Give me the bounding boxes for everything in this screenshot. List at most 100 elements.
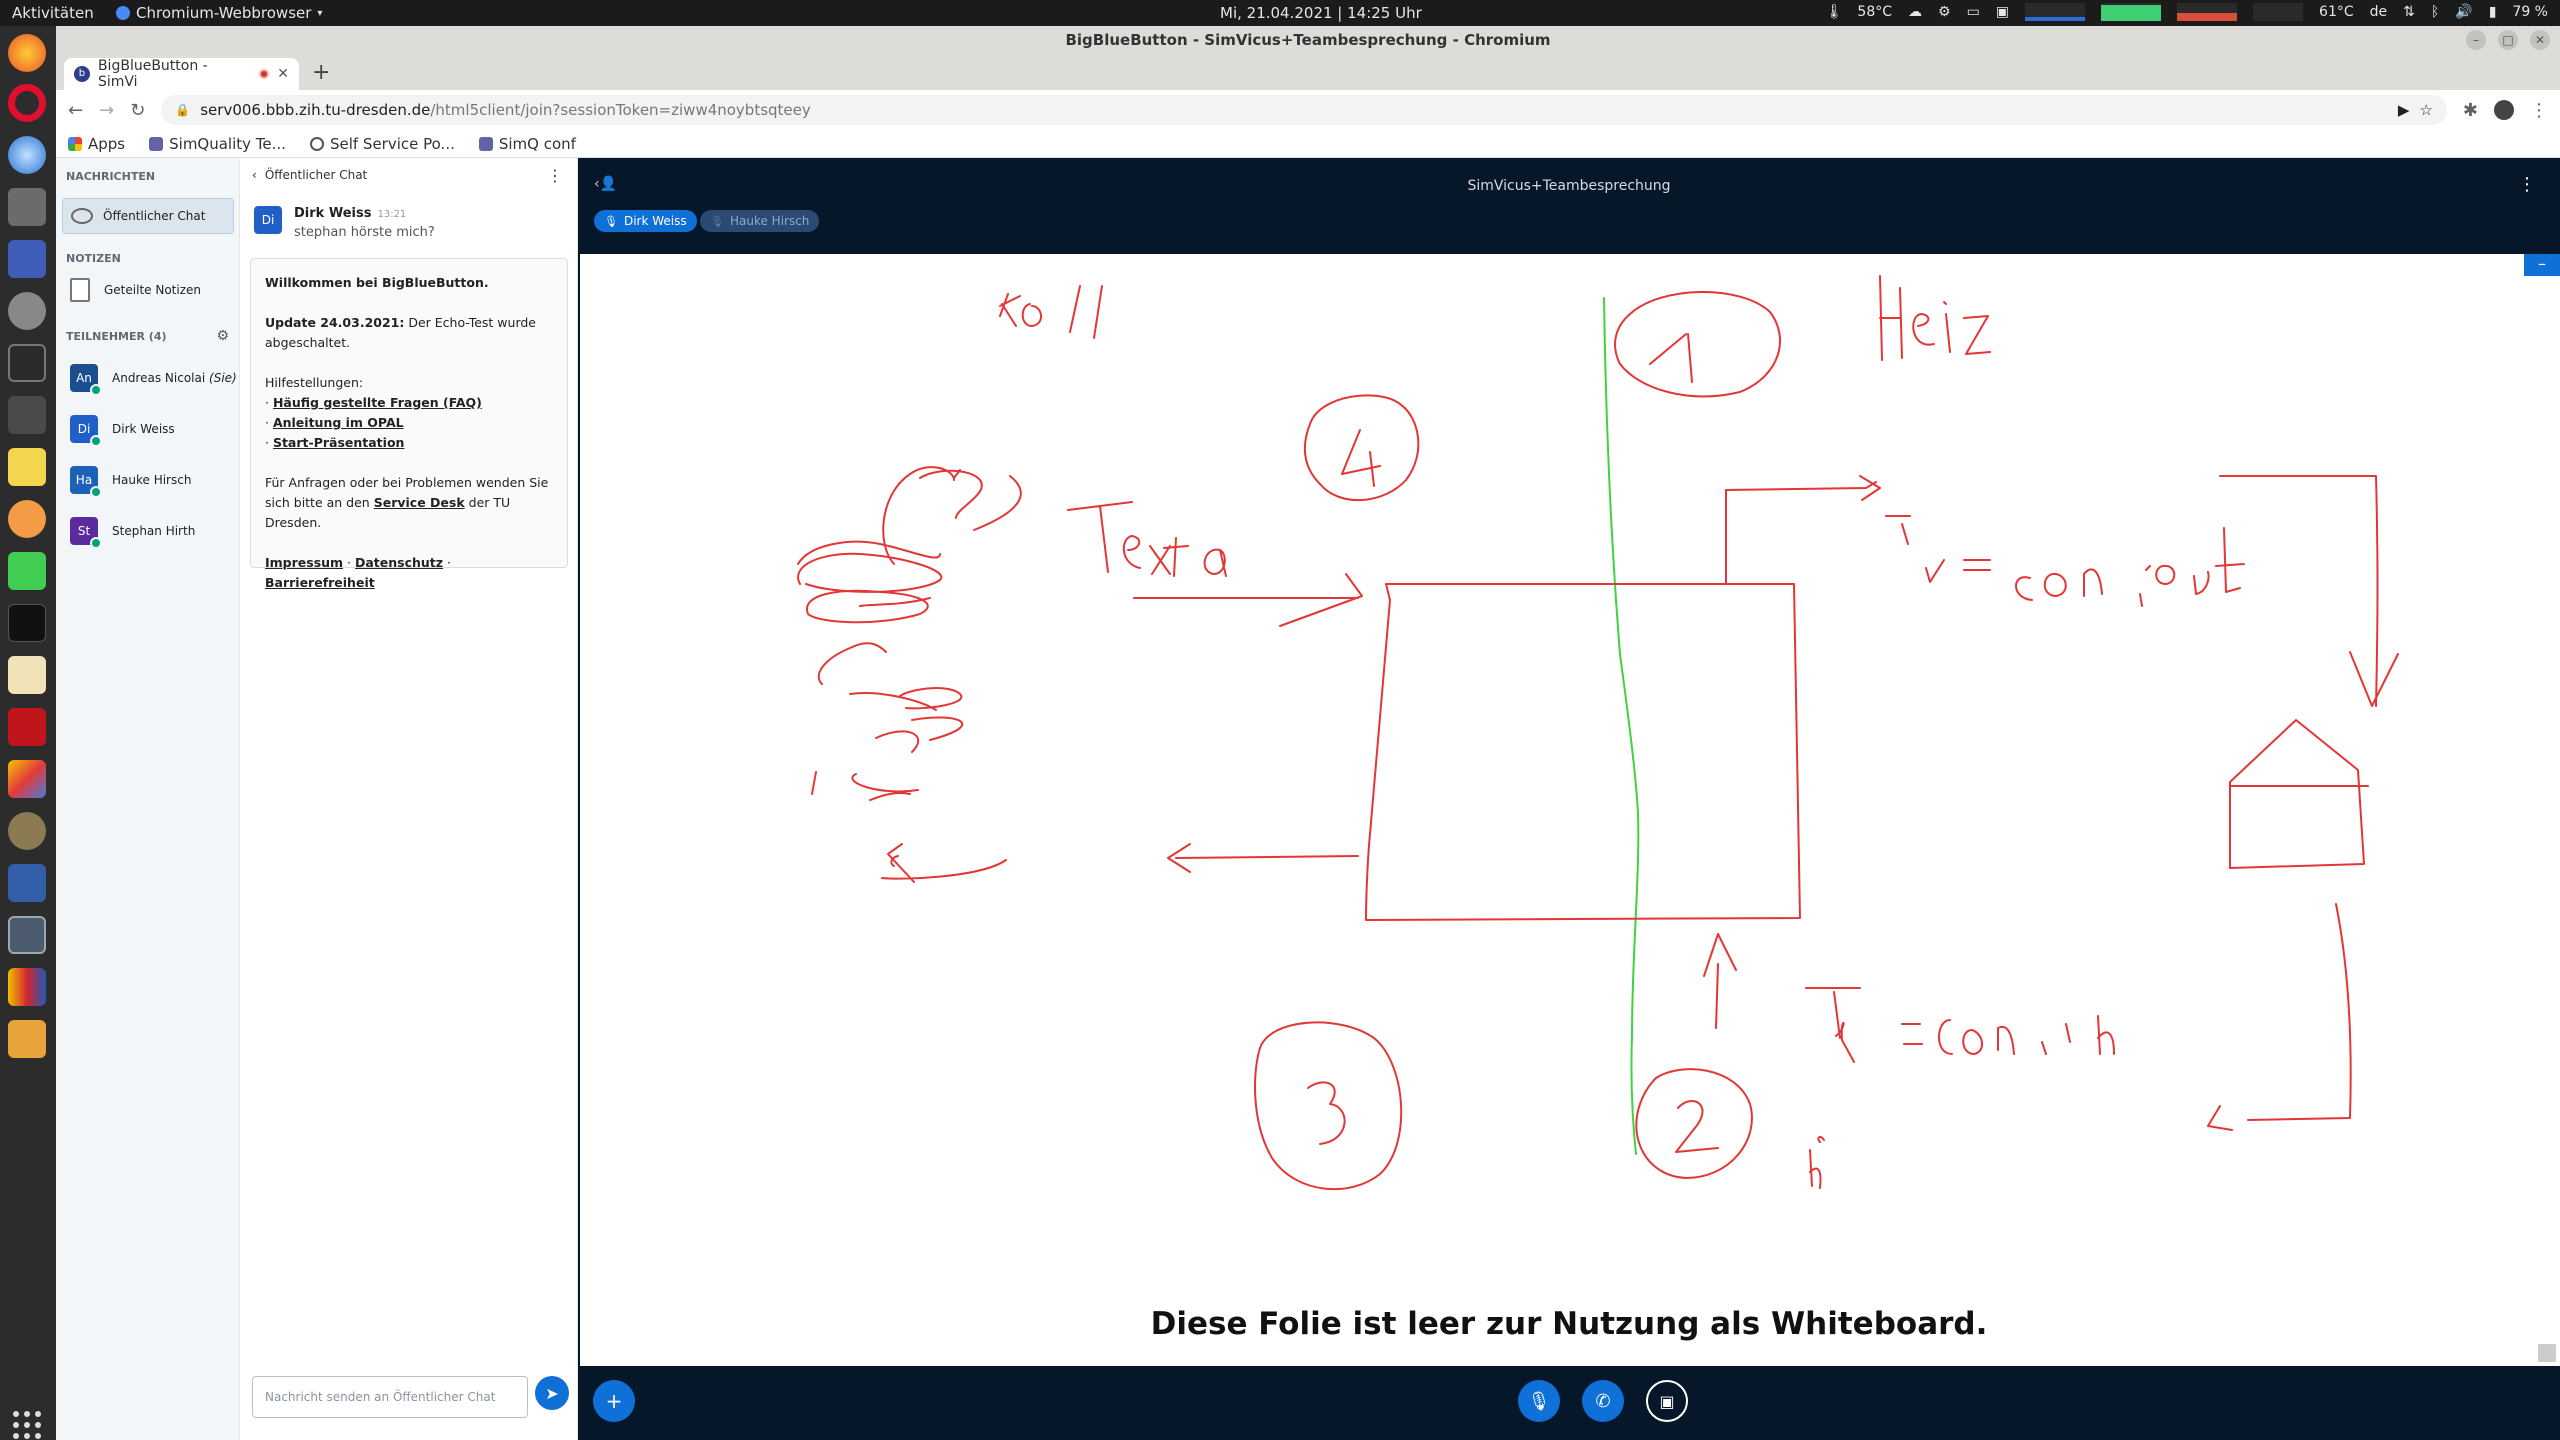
- camera-in-use-icon[interactable]: ▶: [2398, 101, 2410, 119]
- talker-name: Hauke Hirsch: [729, 214, 810, 228]
- actions-plus-button[interactable]: +: [593, 1380, 635, 1422]
- bookmark-label: Apps: [88, 134, 126, 153]
- messages-heading: NACHRICHTEN: [66, 170, 156, 183]
- bookmark-simquality[interactable]: SimQuality Te...: [149, 135, 286, 153]
- gimp-icon[interactable]: [8, 812, 46, 850]
- activities-button[interactable]: Aktivitäten: [12, 4, 94, 22]
- shared-notes-item[interactable]: Geteilte Notizen: [70, 278, 201, 302]
- voice-icon: [90, 486, 102, 498]
- service-desk-link[interactable]: Service Desk: [374, 495, 465, 510]
- cloud-icon: ☁: [1908, 4, 1922, 20]
- avatar: St: [70, 517, 102, 549]
- opera-icon[interactable]: [8, 84, 46, 122]
- gpu-temp: 61°C: [2319, 4, 2354, 20]
- language-indicator[interactable]: de: [2370, 4, 2388, 20]
- user-item[interactable]: An Andreas Nicolai (Sie): [70, 364, 237, 396]
- app-pattern-icon[interactable]: [8, 656, 46, 694]
- talking-indicator[interactable]: 🎙 Hauke Hirsch: [700, 210, 820, 232]
- files-icon[interactable]: [8, 188, 46, 226]
- start-presentation-link[interactable]: Start-Präsentation: [273, 435, 404, 450]
- network-graph: [2177, 3, 2238, 21]
- barrierefreiheit-link[interactable]: Barrierefreiheit: [265, 575, 375, 590]
- app-orange-icon[interactable]: [8, 500, 46, 538]
- app-package-icon[interactable]: [8, 1020, 46, 1058]
- app-red-icon[interactable]: [8, 708, 46, 746]
- options-menu-icon[interactable]: ⋮: [2518, 174, 2536, 195]
- whiteboard-drawing: [797, 275, 2399, 1191]
- impressum-link[interactable]: Impressum: [265, 555, 343, 570]
- close-tab-icon[interactable]: ✕: [277, 66, 289, 82]
- bluetooth-icon: ᛒ: [2430, 4, 2440, 20]
- user-list-panel: NACHRICHTEN Öffentlicher Chat NOTIZEN Ge…: [56, 158, 240, 1440]
- extensions-icon[interactable]: ✱: [2463, 100, 2478, 121]
- app-colorful-icon[interactable]: [8, 968, 46, 1006]
- profile-icon[interactable]: [2494, 100, 2514, 120]
- clock[interactable]: Mi, 21.04.2021 | 14:25 Uhr: [1220, 4, 1422, 22]
- minimize-presentation-button[interactable]: –: [2524, 254, 2560, 276]
- opal-link[interactable]: Anleitung im OPAL: [273, 415, 404, 430]
- bookmark-apps[interactable]: Apps: [68, 135, 125, 153]
- terminal-icon[interactable]: [8, 344, 46, 382]
- talking-indicator[interactable]: 🎙 Dirk Weiss: [594, 210, 697, 232]
- user-item[interactable]: Ha Hauke Hirsch: [70, 466, 191, 498]
- back-icon[interactable]: ←: [68, 100, 83, 121]
- show-applications-icon[interactable]: [13, 1411, 41, 1439]
- qt-creator-icon[interactable]: [8, 552, 46, 590]
- close-window-icon[interactable]: ✕: [2530, 30, 2550, 50]
- message-text: stephan hörste mich?: [294, 225, 435, 240]
- send-message-button[interactable]: ➤: [535, 1376, 569, 1410]
- whiteboard-slide[interactable]: [580, 254, 2560, 1366]
- share-webcam-button[interactable]: ▣: [1646, 1380, 1688, 1422]
- user-item[interactable]: St Stephan Hirth: [70, 517, 195, 549]
- recording-indicator-icon: [259, 69, 270, 79]
- chromium-dock-icon[interactable]: [8, 916, 46, 954]
- bookmark-simq-conf[interactable]: SimQ conf: [478, 135, 576, 153]
- globe-icon: [309, 136, 324, 151]
- participants-settings-gear-icon[interactable]: ⚙: [216, 328, 229, 344]
- password-lock-icon[interactable]: [8, 396, 46, 434]
- window-title: BigBlueButton - SimVicus+Teambesprechung…: [56, 26, 2560, 54]
- thunderbird-icon[interactable]: [8, 136, 46, 174]
- slide-caption: Diese Folie ist leer zur Nutzung als Whi…: [1150, 1306, 1988, 1342]
- microphone-icon: 🎙: [710, 214, 724, 228]
- datenschutz-link[interactable]: Datenschutz: [355, 555, 443, 570]
- user-item[interactable]: Di Dirk Weiss: [70, 415, 175, 447]
- voice-icon: [90, 537, 102, 549]
- cpu-graph: [2025, 3, 2086, 21]
- chat-options-icon[interactable]: ⋮: [547, 166, 563, 185]
- bookmark-self-service[interactable]: Self Service Po...: [309, 135, 455, 153]
- screenshot-tool-icon[interactable]: [8, 240, 46, 278]
- microphone-icon: 🎙: [1527, 1390, 1551, 1412]
- url-host: serv006.bbb.zih.tu-dresden.de: [200, 101, 431, 119]
- public-chat-item[interactable]: Öffentlicher Chat: [62, 198, 234, 234]
- app-menu[interactable]: Chromium-Webbrowser ▾: [116, 4, 322, 22]
- chevron-left-icon[interactable]: ‹: [252, 168, 257, 182]
- minimize-window-icon[interactable]: –: [2466, 30, 2486, 50]
- new-tab-icon[interactable]: +: [312, 60, 330, 85]
- address-bar[interactable]: 🔒 serv006.bbb.zih.tu-dresden.de/html5cli…: [161, 95, 2447, 125]
- participants-heading: TEILNEHMER (4): [66, 330, 167, 343]
- chat-header[interactable]: ‹ Öffentlicher Chat: [252, 168, 367, 182]
- sticky-notes-icon[interactable]: [8, 448, 46, 486]
- browser-menu-icon[interactable]: ⋮: [2530, 100, 2548, 121]
- app-triangle-icon[interactable]: [8, 760, 46, 798]
- tab-strip: b BigBlueButton - SimVi ✕ +: [56, 54, 2560, 90]
- fullscreen-icon[interactable]: [2538, 1344, 2556, 1362]
- notes-heading: NOTIZEN: [66, 252, 121, 265]
- code-editor-icon[interactable]: [8, 864, 46, 902]
- microphone-button[interactable]: 🎙: [1518, 1380, 1560, 1422]
- bookmark-star-icon[interactable]: ☆: [2419, 101, 2432, 119]
- battery-level: 79 %: [2512, 4, 2548, 20]
- tab-bigbluebutton[interactable]: b BigBlueButton - SimVi ✕: [64, 58, 299, 90]
- forward-icon[interactable]: →: [99, 100, 114, 121]
- inkscape-icon[interactable]: [8, 604, 46, 642]
- firefox-icon[interactable]: [8, 34, 46, 72]
- system-settings-icon[interactable]: [8, 292, 46, 330]
- faq-link[interactable]: Häufig gestellte Fragen (FAQ): [273, 395, 482, 410]
- chat-input[interactable]: Nachricht senden an Öffentlicher Chat: [252, 1376, 528, 1418]
- maximize-window-icon[interactable]: □: [2498, 30, 2518, 50]
- reload-icon[interactable]: ↻: [130, 100, 145, 121]
- system-tray[interactable]: 🌡 58°C ☁ ⚙ ▭ ▣ 61°C de ⇅ ᛒ 🔊 ▮ 79 %: [1825, 3, 2548, 21]
- shared-notes-label: Geteilte Notizen: [104, 283, 201, 297]
- leave-audio-button[interactable]: ✆: [1582, 1380, 1624, 1422]
